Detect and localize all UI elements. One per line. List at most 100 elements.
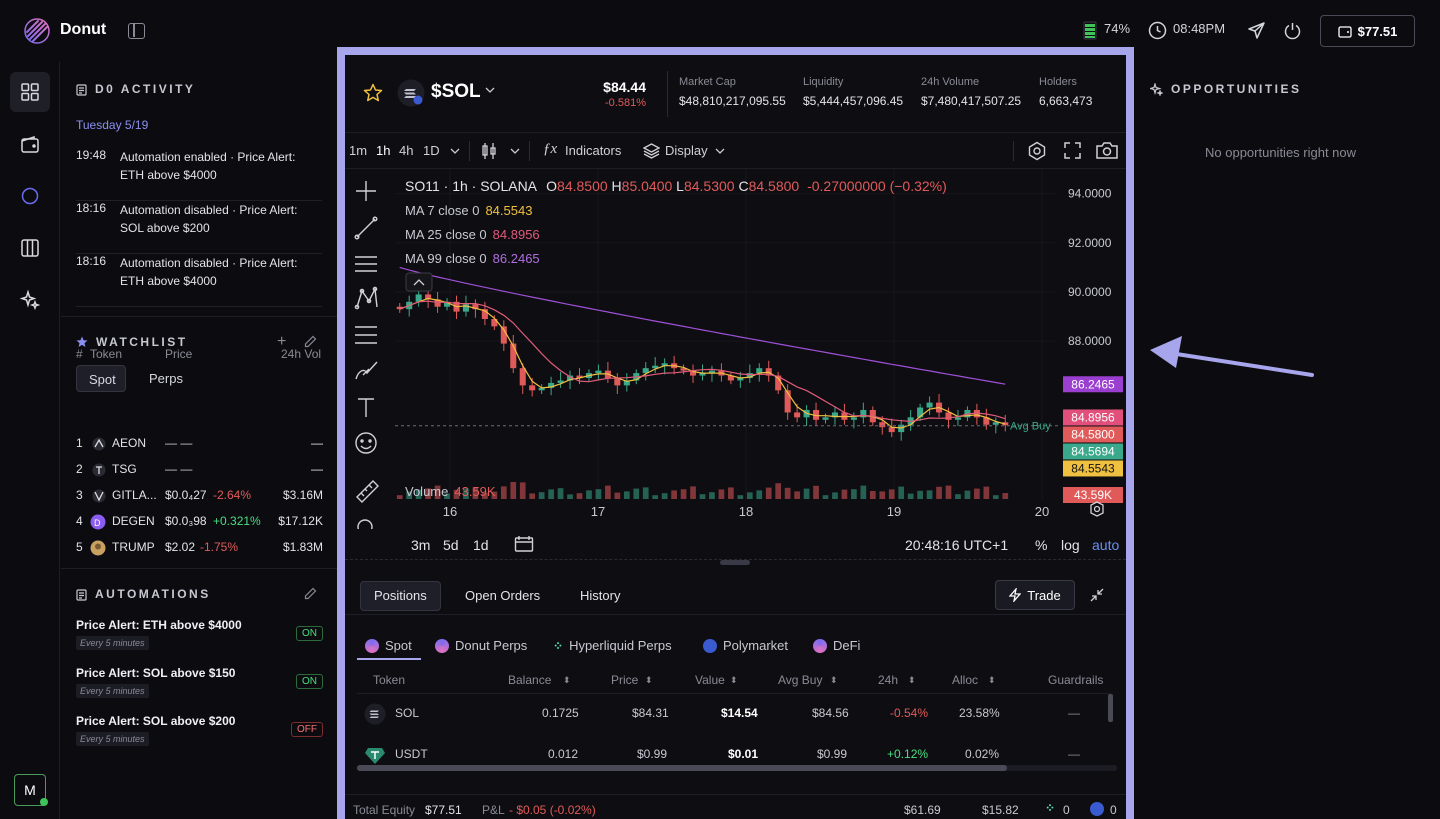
nav-dashboard[interactable] xyxy=(10,72,50,112)
watchlist-row[interactable]: 2 TSG — — — xyxy=(76,462,326,482)
chart-canvas[interactable]: Avg Buy 94.0000 92.0000 90.0000 88.0000 86.… xyxy=(345,169,1126,529)
section-divider xyxy=(61,316,337,317)
automation-item[interactable]: Price Alert: SOL above $150 Every 5 minu… xyxy=(76,666,326,712)
token-symbol[interactable]: $SOL xyxy=(431,81,481,103)
display-button[interactable]: Display xyxy=(665,143,708,158)
price-chart[interactable]: Avg Buy 94.0000 92.0000 90.0000 88.0000 86.… xyxy=(345,169,1126,529)
favorite-star-icon[interactable] xyxy=(363,83,383,102)
edit-icon[interactable] xyxy=(304,587,317,600)
ruler-icon[interactable] xyxy=(356,480,379,503)
col-24h[interactable]: 24h xyxy=(878,673,898,687)
resize-handle[interactable] xyxy=(720,560,750,565)
nav-columns[interactable] xyxy=(10,228,50,268)
trendline-icon[interactable] xyxy=(354,216,378,240)
col-token[interactable]: Token xyxy=(373,673,405,687)
fullscreen-icon[interactable] xyxy=(1064,142,1081,159)
range-5d[interactable]: 5d xyxy=(443,537,459,553)
log-toggle[interactable]: log xyxy=(1061,537,1080,553)
camera-icon[interactable] xyxy=(1096,142,1118,159)
sort-icon[interactable]: ⬍ xyxy=(988,675,996,686)
percent-toggle[interactable]: % xyxy=(1035,537,1047,553)
col-price[interactable]: Price xyxy=(611,673,638,687)
settings-hexagon-icon[interactable] xyxy=(1027,141,1047,161)
nav-chat[interactable] xyxy=(10,176,50,216)
horizontal-lines-icon[interactable] xyxy=(355,256,377,272)
interval-4h[interactable]: 4h xyxy=(399,143,413,158)
text-tool-icon[interactable] xyxy=(358,398,374,417)
crosshair-icon[interactable] xyxy=(356,181,376,201)
chevron-down-icon[interactable] xyxy=(510,148,520,154)
emoji-icon[interactable] xyxy=(355,432,377,454)
nav-ai[interactable] xyxy=(10,280,50,320)
send-icon[interactable] xyxy=(1247,21,1266,40)
col-alloc[interactable]: Alloc xyxy=(952,673,978,687)
pattern-icon[interactable] xyxy=(354,286,378,310)
brush-icon[interactable] xyxy=(355,361,378,380)
candles-icon[interactable] xyxy=(481,142,497,160)
tab-perps[interactable]: Perps xyxy=(149,371,183,386)
volume-bar xyxy=(642,487,649,499)
volume-bar xyxy=(794,491,800,499)
table-row[interactable]: SOL 0.1725 $84.31 $14.54 $84.56 -0.54% 2… xyxy=(357,694,1097,734)
sort-icon[interactable]: ⬍ xyxy=(908,675,916,686)
subtab-hyperliquid-perps[interactable]: ⁘ Hyperliquid Perps xyxy=(553,638,672,653)
sidebar-toggle-icon[interactable] xyxy=(128,23,145,39)
sort-icon[interactable]: ⬍ xyxy=(730,675,738,686)
col-balance[interactable]: Balance xyxy=(508,673,551,687)
automation-item[interactable]: Price Alert: SOL above $200 Every 5 minu… xyxy=(76,714,326,760)
donut-icon xyxy=(365,638,379,653)
subtab-donut-perps[interactable]: Donut Perps xyxy=(435,638,527,653)
chevron-down-icon[interactable] xyxy=(450,148,460,154)
automation-toggle[interactable]: OFF xyxy=(291,722,323,737)
fib-icon[interactable] xyxy=(355,326,377,344)
volume-bar xyxy=(898,486,905,499)
watchlist-row[interactable]: 4 D DEGEN $0.0₃98 +0.321% $17.12K xyxy=(76,514,326,534)
watchlist-row[interactable]: 1 AEON — — — xyxy=(76,436,326,456)
sort-icon[interactable]: ⬍ xyxy=(563,675,571,686)
sort-icon[interactable]: ⬍ xyxy=(645,675,653,686)
activity-title: D0 ACTIVITY xyxy=(95,82,196,96)
zoom-in-icon[interactable] xyxy=(357,519,373,529)
indicators-button[interactable]: Indicators xyxy=(565,143,621,158)
chevron-down-icon[interactable] xyxy=(715,148,725,154)
watchlist-row[interactable]: 3 GITLA... $0.0₄27 -2.64% $3.16M xyxy=(76,488,326,508)
automation-toggle[interactable]: ON xyxy=(296,626,323,641)
automation-item[interactable]: Price Alert: ETH above $4000 Every 5 min… xyxy=(76,618,326,664)
balance-perps: $15.82 xyxy=(982,803,1019,817)
subtab-spot[interactable]: Spot xyxy=(365,638,412,653)
tab-positions[interactable]: Positions xyxy=(360,581,441,611)
tab-history[interactable]: History xyxy=(567,581,633,611)
interval-1d[interactable]: 1D xyxy=(423,143,440,158)
tab-spot[interactable]: Spot xyxy=(76,365,126,392)
collapse-icon[interactable] xyxy=(1090,588,1104,602)
chevron-down-icon[interactable] xyxy=(485,87,495,93)
horizontal-scrollbar[interactable] xyxy=(357,765,1117,771)
calendar-range-icon[interactable] xyxy=(514,535,534,553)
col-avg-buy[interactable]: Avg Buy xyxy=(778,673,822,687)
tab-open-orders[interactable]: Open Orders xyxy=(452,581,553,611)
power-icon[interactable] xyxy=(1283,21,1302,40)
sort-icon[interactable]: ⬍ xyxy=(830,675,838,686)
trade-button[interactable]: Trade xyxy=(995,580,1075,610)
auto-toggle[interactable]: auto xyxy=(1092,537,1119,553)
vertical-scrollbar[interactable] xyxy=(1108,694,1113,722)
scrollbar-thumb[interactable] xyxy=(357,765,1007,771)
interval-1m[interactable]: 1m xyxy=(349,143,367,158)
axis-settings-icon[interactable] xyxy=(1090,501,1104,517)
col-value[interactable]: Value xyxy=(695,673,725,687)
range-3m[interactable]: 3m xyxy=(411,537,430,553)
row-guardrails[interactable]: — xyxy=(1068,706,1080,720)
automation-toggle[interactable]: ON xyxy=(296,674,323,689)
collapse-legend-button[interactable] xyxy=(405,272,433,292)
liquidity-label: Liquidity xyxy=(803,76,844,88)
volume-value: $7,480,417,507.25 xyxy=(921,94,1022,108)
subtab-defi[interactable]: DeFi xyxy=(813,638,860,653)
range-1d[interactable]: 1d xyxy=(473,537,489,553)
subtab-polymarket[interactable]: Polymarket xyxy=(703,638,788,653)
wallet-balance-button[interactable]: $77.51 xyxy=(1320,15,1415,47)
nav-wallet[interactable] xyxy=(10,124,50,164)
watchlist-row[interactable]: 5 TRUMP $2.02 -1.75% $1.83M xyxy=(76,540,326,560)
interval-1h[interactable]: 1h xyxy=(376,143,390,158)
equity-label: Total Equity xyxy=(353,803,416,817)
row-guardrails[interactable]: — xyxy=(1068,747,1080,761)
